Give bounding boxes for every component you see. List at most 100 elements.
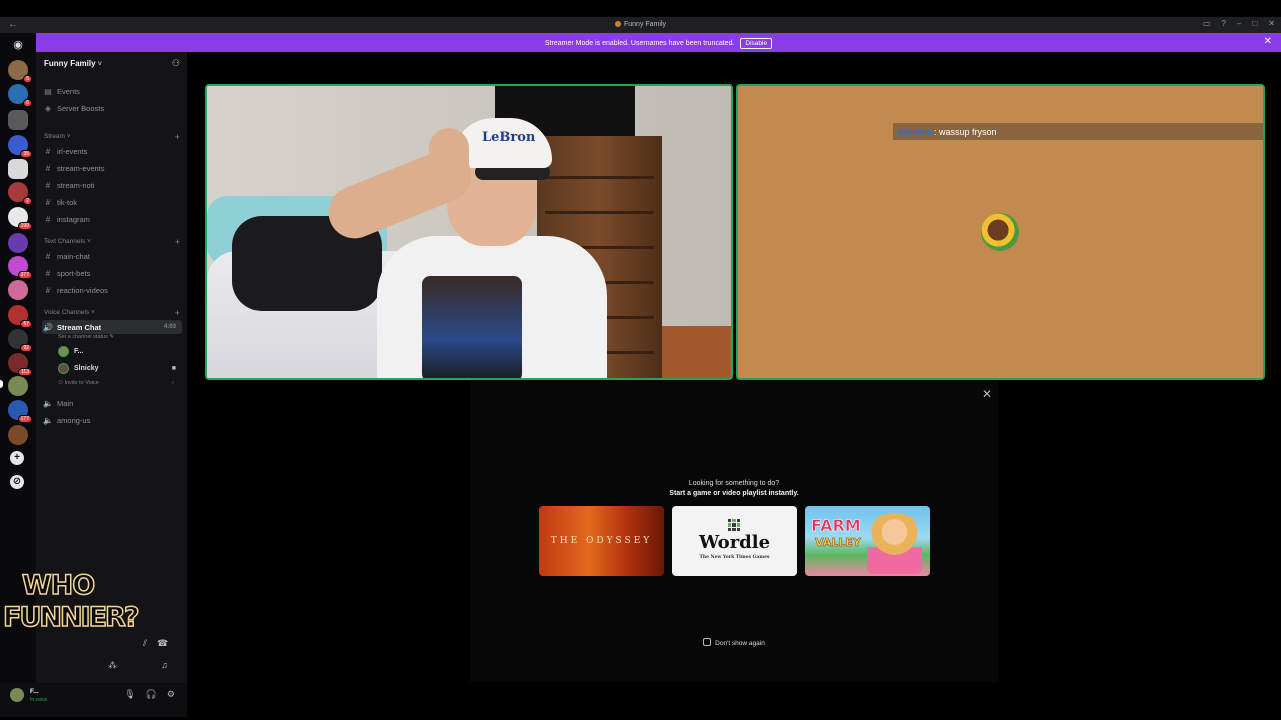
server-icon[interactable] [8, 159, 28, 179]
voice-channel-main[interactable]: 🔈 Main [42, 396, 182, 410]
add-server-icon[interactable]: + [10, 451, 24, 465]
help-icon[interactable]: ? [1222, 19, 1226, 28]
channel-irl-events[interactable]: # irl-events [42, 144, 182, 158]
channel-label: instagram [57, 214, 90, 224]
hash-icon: # [45, 146, 51, 156]
disable-button[interactable]: Disable [740, 38, 773, 49]
signal-icon[interactable]: ⫽ [143, 638, 147, 649]
channel-tik-tok[interactable]: # tik-tok [42, 195, 182, 209]
discord-home-icon[interactable]: ◉ [9, 38, 27, 52]
server-icon-funny-family[interactable] [8, 376, 28, 396]
streamer-mode-banner: Streamer Mode is enabled. Usernames have… [36, 33, 1281, 52]
channel-stream-events[interactable]: # stream-events [42, 161, 182, 175]
sidebar-item-label: Events [57, 86, 80, 96]
banner-close-icon[interactable]: ✕ [1264, 36, 1272, 47]
voice-channel-stream-chat[interactable]: 🔊 Stream Chat 4:03 [42, 320, 182, 334]
hash-icon: # [45, 180, 51, 190]
channel-label: Main [57, 398, 74, 408]
gear-icon[interactable]: ⚙ [167, 689, 175, 700]
server-icon[interactable] [8, 233, 28, 253]
invite-to-voice[interactable]: ⚇ Invite to Voice › [58, 380, 180, 386]
server-icon[interactable]: 199 [8, 207, 32, 230]
category-stream[interactable]: Stream ˅ + [44, 132, 180, 142]
chat-bubble-message: : wassup fryson [934, 126, 997, 137]
server-header[interactable]: Funny Family ˅ [44, 59, 102, 68]
channel-status-text: Set a channel status [58, 334, 108, 340]
channel-instagram[interactable]: # instagram [42, 212, 182, 226]
window-title: Funny Family [0, 21, 1281, 28]
voice-user[interactable]: F... [58, 344, 180, 358]
channel-status-prompt[interactable]: Set a channel status ✎ [58, 334, 114, 340]
video-tile-avatar[interactable]: jacobthe: wassup fryson [736, 84, 1265, 380]
hash-icon: # [45, 214, 51, 224]
channel-reaction-videos[interactable]: # reaction-videos [42, 283, 182, 297]
video-tile-webcam[interactable]: LeBron [205, 84, 733, 380]
server-icon[interactable]: 35 [8, 135, 32, 158]
category-label: Text Channels [44, 238, 86, 245]
avatar[interactable] [10, 688, 24, 702]
minimize-icon[interactable]: – [1237, 19, 1241, 28]
calendar-icon: ▤ [44, 86, 52, 96]
server-icon[interactable]: 5 [8, 60, 32, 83]
channel-stream-noti[interactable]: # stream-noti [42, 178, 182, 192]
mention-badge: 177 [17, 415, 32, 423]
hash-icon: # [45, 251, 51, 261]
disconnect-icon[interactable]: ☎ [157, 638, 168, 649]
voice-stage: LeBron jacobthe: wassup fryson ✕ Looking… [187, 52, 1281, 717]
close-window-icon[interactable]: ✕ [1268, 19, 1275, 28]
overlay-line-1: WHO [21, 570, 96, 601]
server-icon[interactable]: 177 [8, 400, 32, 423]
sidebar-item-server-boosts[interactable]: ◈ Server Boosts [42, 101, 182, 115]
server-icon[interactable] [8, 280, 28, 300]
server-icon[interactable]: 6 [8, 84, 32, 107]
add-channel-icon[interactable]: + [175, 308, 180, 318]
voice-user[interactable]: Slnicky ■ [58, 361, 180, 375]
window-title-text: Funny Family [623, 21, 666, 28]
channel-label: irl-events [57, 146, 88, 156]
microphone-icon[interactable]: 🎙 [124, 689, 135, 700]
category-voice-channels[interactable]: Voice Channels ˅ + [44, 308, 180, 318]
stream-overlay-text: WHO FUNNIER? [2, 570, 140, 632]
dont-show-again[interactable]: Don't show again [470, 638, 998, 647]
voice-user-name: Slnicky [74, 364, 99, 372]
category-text-channels[interactable]: Text Channels ˅ + [44, 237, 180, 247]
discover-icon[interactable]: ⊘ [10, 475, 24, 489]
headphones-icon[interactable]: 🎧 [146, 689, 157, 700]
server-name: Funny Family [44, 59, 96, 68]
activity-card-wordle[interactable]: Wordle The New York Times Games [672, 506, 797, 576]
user-panel: F... In voice 🎙 🎧 ⚙ [0, 683, 187, 717]
server-dot-icon [614, 21, 621, 27]
server-icon[interactable]: 67 [8, 305, 32, 328]
title-bar: ← Funny Family ▭ ? – □ ✕ [0, 17, 1281, 33]
sidebar-item-events[interactable]: ▤ Events [42, 84, 182, 98]
voice-channel-among-us[interactable]: 🔈 among-us [42, 413, 182, 427]
chat-bubble-name: jacobthe [898, 126, 933, 137]
activity-card-title: Wordle [698, 532, 771, 553]
checkbox[interactable] [703, 638, 712, 646]
channel-main-chat[interactable]: # main-chat [42, 249, 182, 263]
soundboard-icon[interactable]: ♫ [161, 660, 168, 671]
server-icon[interactable]: 377 [8, 256, 32, 279]
sidebar-item-label: Server Boosts [57, 103, 105, 113]
activity-card-odyssey[interactable]: THE ODYSSEY [539, 506, 664, 576]
boost-icon: ◈ [44, 103, 52, 113]
user-status: In voice [30, 697, 48, 703]
server-icon[interactable] [8, 425, 28, 445]
close-icon[interactable]: ✕ [982, 387, 992, 401]
banner-text: Streamer Mode is enabled. Usernames have… [36, 38, 1281, 49]
add-channel-icon[interactable]: + [175, 237, 180, 247]
server-icon[interactable]: 2 [8, 182, 32, 205]
channel-sport-bets[interactable]: # sport-bets [42, 266, 182, 280]
maximize-icon[interactable]: □ [1252, 19, 1257, 28]
add-channel-icon[interactable]: + [175, 132, 180, 142]
window-controls: ▭ ? – □ ✕ [1203, 19, 1275, 28]
server-icon[interactable] [8, 110, 28, 130]
invite-people-icon[interactable]: ⚇ [172, 58, 180, 69]
activity-card-farm-valley[interactable]: FARM VALLEY [805, 506, 930, 576]
server-icon[interactable]: 92 [8, 329, 32, 352]
activities-icon[interactable]: ⁂ [108, 660, 117, 671]
participant-avatar[interactable] [981, 213, 1019, 251]
user-controls: 🎙 🎧 ⚙ [124, 689, 175, 700]
server-icon[interactable]: 113 [8, 353, 32, 376]
inbox-icon[interactable]: ▭ [1203, 19, 1211, 28]
